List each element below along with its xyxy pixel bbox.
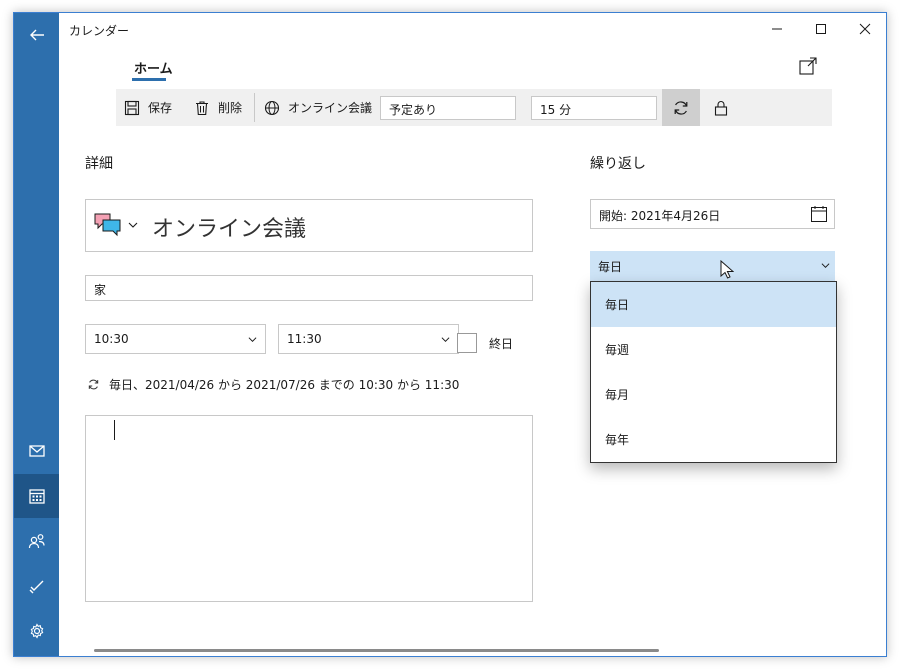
back-button[interactable] [14,13,59,57]
maximize-button[interactable] [799,13,843,45]
dropdown-option-monthly[interactable]: 毎月 [591,372,836,417]
save-icon [124,100,140,115]
maximize-icon [816,24,826,34]
globe-icon [264,100,280,115]
back-arrow-icon [29,29,44,41]
repeat-start-field[interactable]: 開始: 2021年4月26日 [590,199,835,229]
close-button[interactable] [843,13,886,45]
event-title-text: オンライン会議 [152,217,307,242]
todo-icon [29,580,43,594]
calendar-button[interactable] [14,474,59,518]
private-button[interactable] [710,89,732,126]
start-time-select[interactable]: 10:30 [85,324,266,354]
dropdown-option-yearly[interactable]: 毎年 [591,417,836,462]
calendar-icon[interactable] [810,205,828,223]
text-caret [114,420,115,440]
location-field[interactable]: 家 [85,275,533,301]
all-day-label: 終日 [489,337,514,351]
people-button[interactable] [14,519,59,563]
chevron-down-icon [248,337,257,343]
chevron-down-icon[interactable] [128,220,138,230]
delete-button[interactable]: 削除 [194,89,242,126]
repeat-button[interactable] [662,89,700,126]
save-button[interactable]: 保存 [124,89,172,126]
all-day-checkbox[interactable] [457,333,477,353]
minimize-icon [772,28,782,30]
repeat-summary: 毎日、2021/04/26 から 2021/07/26 までの 10:30 から… [87,375,459,393]
repeat-heading: 繰り返し [590,156,646,172]
start-time-value: 10:30 [94,332,129,346]
repeat-icon [674,100,688,115]
end-time-select[interactable]: 11:30 [278,324,459,354]
close-icon [859,23,871,35]
app-title: カレンダー [69,24,130,38]
mail-button[interactable] [14,429,59,473]
online-meeting-label: オンライン会議 [288,101,373,115]
tab-home[interactable]: ホーム [134,58,173,77]
repeat-start-text: 開始: 2021年4月26日 [599,209,721,223]
event-title-field[interactable]: オンライン会議 [85,199,533,252]
frequency-dropdown: 毎日 毎週 毎月 毎年 [590,281,837,463]
repeat-icon [88,379,99,389]
online-meeting-button[interactable]: オンライン会議 [264,89,372,126]
settings-button[interactable] [14,609,59,653]
horizontal-scrollbar[interactable] [94,649,659,652]
tab-home-underline [132,78,166,81]
mail-icon [28,445,45,457]
dropdown-option-daily[interactable]: 毎日 [591,282,836,327]
popout-icon[interactable] [798,56,818,76]
calendar-window: カレンダー ホーム 保存 削除 オンライン会議 予定あり 15 分 詳細 オンラ… [13,12,887,657]
end-time-value: 11:30 [287,332,322,346]
todo-button[interactable] [14,564,59,608]
chevron-down-icon [821,263,830,269]
reminder-select[interactable]: 15 分 [531,96,657,120]
notes-field[interactable] [85,415,533,602]
calendar-icon [28,489,45,504]
toolbar: 保存 削除 オンライン会議 予定あり 15 分 [116,89,832,126]
frequency-select[interactable]: 毎日 [590,251,835,281]
lock-icon [714,100,728,116]
chat-icon [94,213,121,237]
delete-label: 削除 [218,101,243,115]
save-label: 保存 [148,101,173,115]
people-icon [28,534,45,549]
toolbar-divider [254,93,255,122]
chevron-down-icon [441,337,450,343]
minimize-button[interactable] [755,13,799,45]
mouse-cursor-icon [720,260,734,279]
title-bar: カレンダー [59,13,886,45]
frequency-value: 毎日 [598,260,623,274]
left-rail [14,13,59,656]
dropdown-option-weekly[interactable]: 毎週 [591,327,836,372]
repeat-summary-text: 毎日、2021/04/26 から 2021/07/26 までの 10:30 から… [109,377,460,392]
settings-icon [30,623,43,639]
trash-icon [196,100,208,115]
status-select[interactable]: 予定あり [380,96,516,120]
details-heading: 詳細 [85,156,113,172]
